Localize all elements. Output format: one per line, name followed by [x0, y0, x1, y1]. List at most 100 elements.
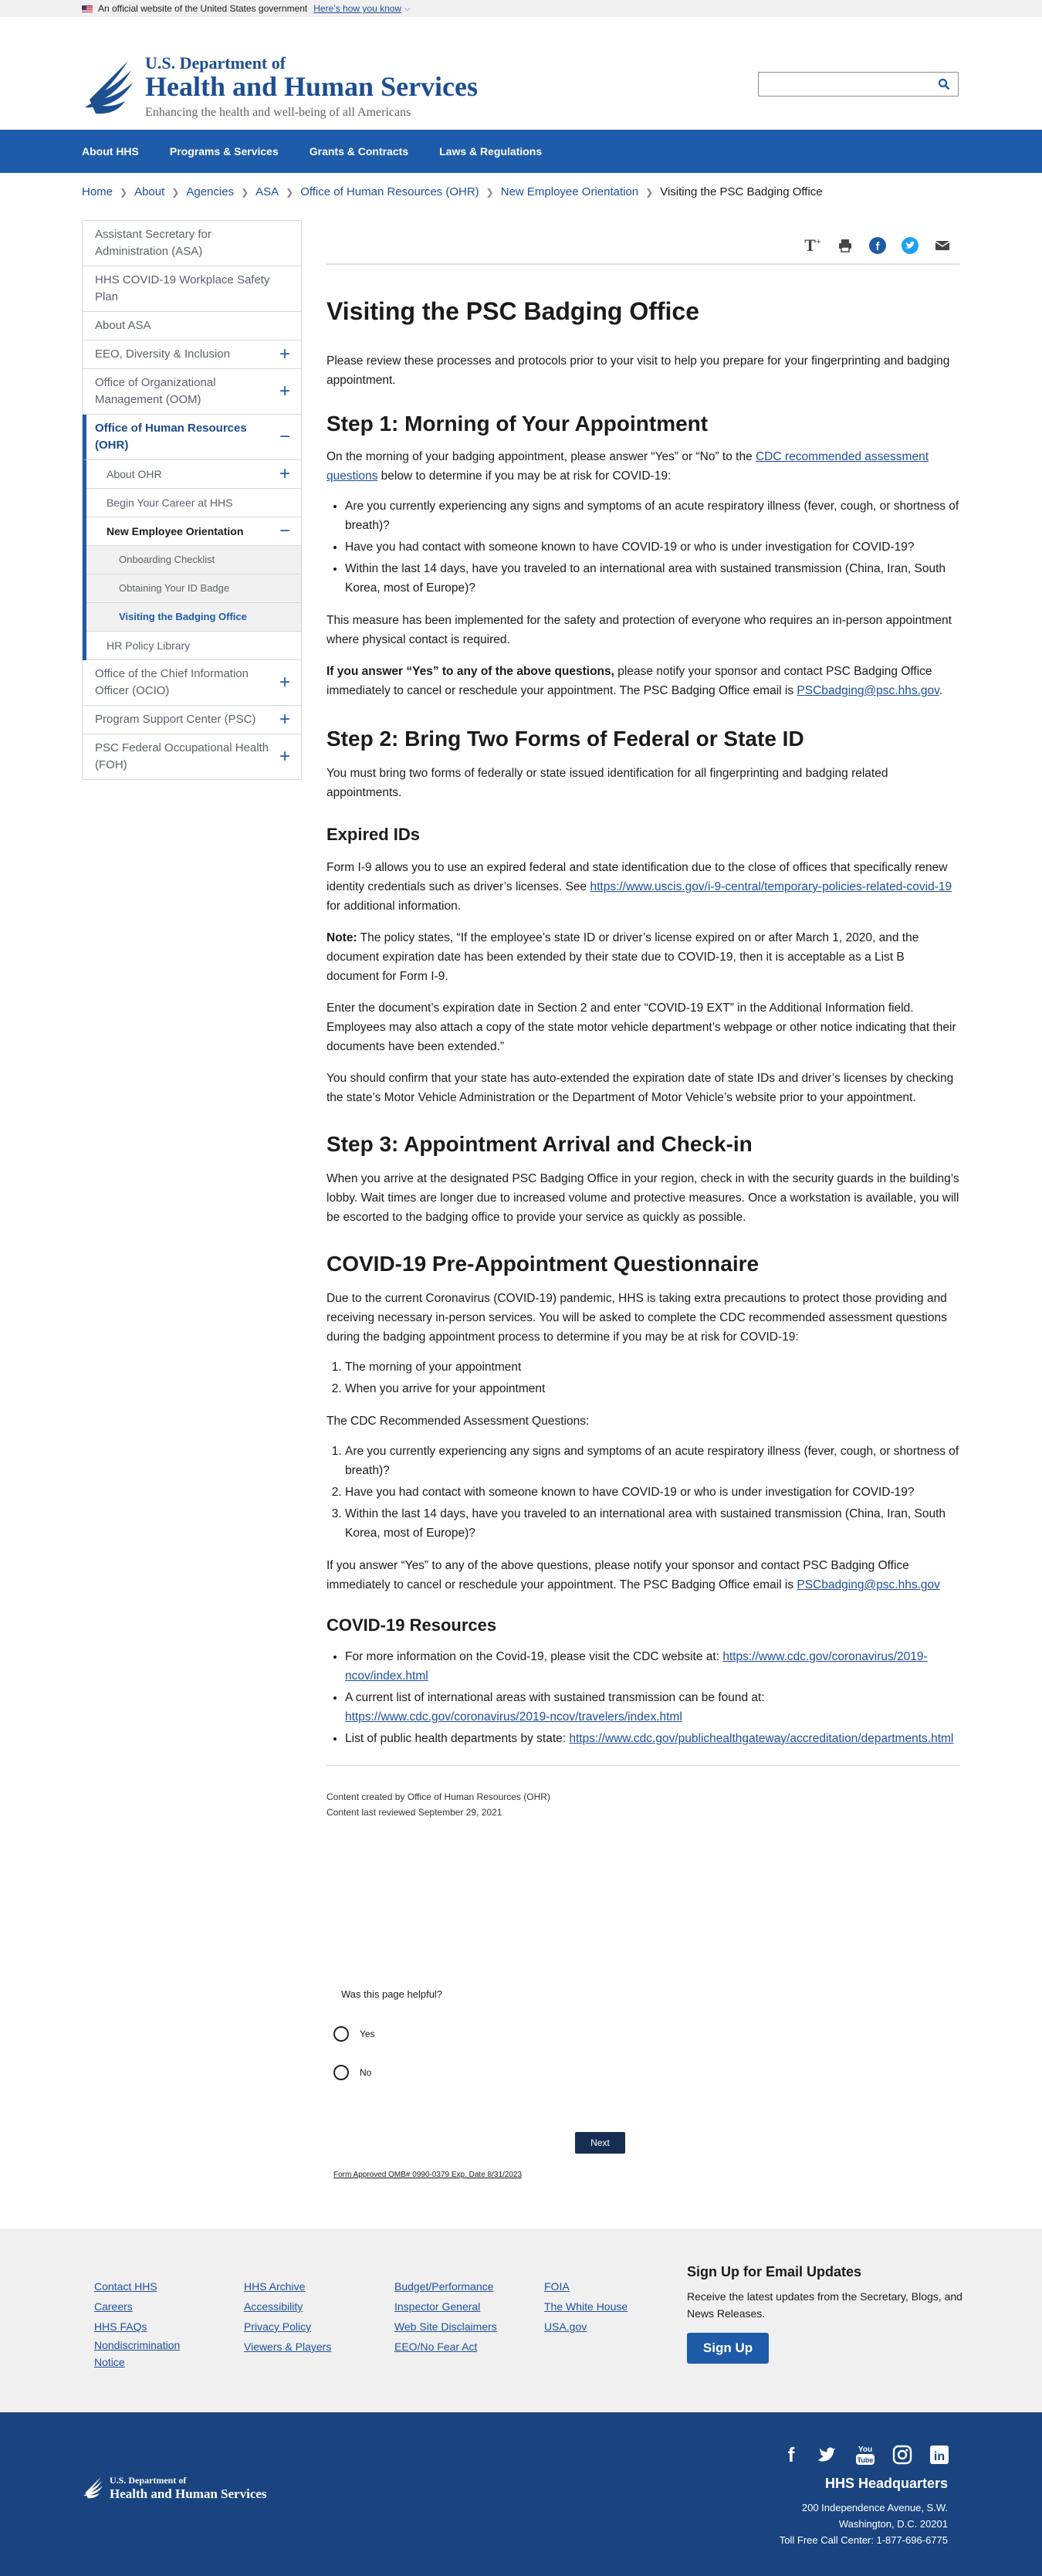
sidebar-item-hr-policy[interactable]: HR Policy Library	[86, 632, 301, 660]
sidebar-item-ocio[interactable]: Office of the Chief Information Officer …	[83, 660, 301, 706]
chevron-down-icon[interactable]: ⌵	[404, 5, 411, 13]
radio-no[interactable]: No	[333, 2065, 797, 2080]
instagram-icon[interactable]	[891, 2443, 914, 2466]
footer-link[interactable]: USA.gov	[544, 2317, 628, 2337]
plus-icon[interactable]: +	[279, 345, 290, 364]
radio-circle-icon	[333, 2026, 349, 2042]
sidebar-item-onboarding[interactable]: Onboarding Checklist	[86, 546, 301, 575]
twitter-icon[interactable]	[817, 2443, 840, 2466]
minus-icon[interactable]: −	[279, 428, 290, 446]
footer-link[interactable]: Budget/Performance	[394, 2276, 497, 2296]
nav-about-hhs[interactable]: About HHS	[82, 145, 139, 158]
linkedin-icon[interactable]: in	[928, 2443, 951, 2466]
cdc-departments-link[interactable]: https://www.cdc.gov/publichealthgateway/…	[569, 1732, 953, 1745]
email-signup: Sign Up for Email Updates Receive the la…	[687, 2264, 965, 2364]
nav-laws-regulations[interactable]: Laws & Regulations	[439, 145, 542, 158]
minus-icon[interactable]: −	[279, 522, 290, 541]
sidebar-item-id-badge[interactable]: Obtaining Your ID Badge	[86, 575, 301, 603]
heres-how-you-know-link[interactable]: Here’s how you know	[313, 3, 401, 14]
plus-icon[interactable]: +	[279, 710, 290, 729]
sidebar-item-neo[interactable]: New Employee Orientation −	[86, 517, 301, 546]
sidebar-item-badging-office[interactable]: Visiting the Badging Office	[86, 603, 301, 632]
radio-yes[interactable]: Yes	[333, 2026, 797, 2042]
cdc-travelers-link[interactable]: https://www.cdc.gov/coronavirus/2019-nco…	[345, 1710, 682, 1724]
footer-col-1: Contact HHS Careers HHS FAQs Nondiscrimi…	[94, 2276, 195, 2371]
print-icon[interactable]	[836, 236, 854, 255]
intro-text: Please review these processes and protoc…	[326, 354, 950, 387]
social-links: f You Tube in	[780, 2443, 951, 2466]
search-input[interactable]	[763, 73, 933, 95]
omb-link[interactable]: Form Approved OMB# 0990-0379 Exp. Date 8…	[333, 2171, 522, 2179]
breadcrumb-about[interactable]: About	[134, 185, 164, 198]
email-link[interactable]: PSCbadging@psc.hhs.gov	[797, 684, 939, 697]
footer-col-2: HHS Archive Accessibility Privacy Policy…	[244, 2276, 331, 2357]
bottom-bar: f You Tube in HHS Headquarters 200 Indepe…	[0, 2412, 1042, 2576]
breadcrumb-asa[interactable]: ASA	[255, 185, 279, 198]
sidebar-item-covid-plan[interactable]: HHS COVID-19 Workplace Safety Plan	[83, 266, 301, 312]
footer-link[interactable]: Contact HHS	[94, 2276, 195, 2296]
youtube-icon[interactable]: You Tube	[854, 2443, 877, 2466]
footer-link[interactable]: EEO/No Fear Act	[394, 2337, 497, 2357]
footer-link[interactable]: HHS FAQs	[94, 2317, 195, 2337]
list-item: Are you currently experiencing any signs…	[345, 497, 959, 535]
breadcrumb-agencies[interactable]: Agencies	[186, 185, 234, 198]
footer-link[interactable]: Web Site Disclaimers	[394, 2317, 497, 2337]
twitter-icon[interactable]	[901, 236, 919, 255]
facebook-icon[interactable]: f	[868, 236, 887, 255]
sidebar-item-about-asa[interactable]: About ASA	[83, 312, 301, 341]
signup-button[interactable]: Sign Up	[687, 2333, 769, 2364]
hhs-logo[interactable]: U.S. Department of Health and Human Serv…	[82, 53, 478, 123]
text-size-icon[interactable]: T+	[803, 236, 822, 255]
nav-grants-contracts[interactable]: Grants & Contracts	[310, 145, 408, 158]
hq-title: HHS Headquarters	[824, 2476, 948, 2491]
sidebar-item-ohr[interactable]: Office of Human Resources (OHR) −	[83, 415, 301, 460]
footer-link[interactable]: Viewers & Players	[244, 2337, 331, 2357]
expired-text-4: You should confirm that your state has a…	[326, 1072, 954, 1104]
footer-link[interactable]: Accessibility	[244, 2296, 331, 2317]
step1-text: On the morning of your badging appointme…	[326, 450, 929, 483]
search-icon	[938, 78, 950, 90]
breadcrumb-home[interactable]: Home	[82, 185, 113, 198]
plus-icon[interactable]: +	[279, 465, 290, 483]
footer-col-3: Budget/Performance Inspector General Web…	[394, 2276, 497, 2357]
plus-icon[interactable]: +	[279, 382, 290, 401]
search-button[interactable]	[935, 76, 953, 93]
sidebar-item-asa[interactable]: Assistant Secretary for Administration (…	[83, 221, 301, 266]
footer-link[interactable]: Inspector General	[394, 2296, 497, 2317]
sidebar-item-oom[interactable]: Office of Organizational Management (OOM…	[83, 369, 301, 415]
share-bar: T+ f	[326, 228, 959, 265]
footer-link[interactable]: Careers	[94, 2296, 195, 2317]
footer-link[interactable]: HHS Archive	[244, 2276, 331, 2296]
sidebar-item-about-ohr[interactable]: About OHR +	[86, 460, 301, 489]
footer-link[interactable]: Privacy Policy	[244, 2317, 331, 2337]
breadcrumb: Home ❯ About ❯ Agencies ❯ ASA ❯ Office of Hu…	[82, 185, 823, 198]
tagline: Enhancing the health and well-being of a…	[145, 106, 411, 119]
site-header: U.S. Department of Health and Human Serv…	[0, 17, 1042, 130]
plus-icon[interactable]: +	[279, 747, 290, 766]
breadcrumb-neo[interactable]: New Employee Orientation	[501, 185, 638, 198]
sidebar-item-label: Office of Organizational Management (OOM…	[95, 376, 216, 406]
footer-link[interactable]: The White House	[544, 2296, 628, 2317]
facebook-icon[interactable]: f	[780, 2443, 803, 2466]
sidebar-item-begin-career[interactable]: Begin Your Career at HHS	[86, 489, 301, 517]
footer-link[interactable]: Nondiscrimination Notice	[94, 2337, 195, 2371]
uscis-link[interactable]: https://www.uscis.gov/i-9-central/tempor…	[590, 880, 952, 893]
sidebar-item-label: Office of Human Resources (OHR)	[95, 422, 247, 452]
email-link[interactable]: PSCbadging@psc.hhs.gov	[797, 1578, 940, 1591]
hq-phone: Toll Free Call Center: 1-877-696-6775	[779, 2534, 948, 2546]
sidebar-item-eeo[interactable]: EEO, Diversity & Inclusion +	[83, 341, 301, 369]
email-icon[interactable]	[933, 236, 952, 255]
sidebar-item-foh[interactable]: PSC Federal Occupational Health (FOH) +	[83, 734, 301, 779]
page-title: Visiting the PSC Badging Office	[326, 297, 700, 325]
next-button[interactable]: Next	[575, 2132, 625, 2154]
footer-link[interactable]: FOIA	[544, 2276, 628, 2296]
plus-icon[interactable]: +	[279, 673, 290, 692]
signup-description: Receive the latest updates from the Secr…	[687, 2290, 962, 2320]
breadcrumb-current: Visiting the PSC Badging Office	[660, 185, 823, 198]
footer-hhs-logo[interactable]: U.S. Department of Health and Human Serv…	[82, 2474, 267, 2502]
sidebar-item-psc[interactable]: Program Support Center (PSC) +	[83, 706, 301, 734]
step3-text: When you arrive at the designated PSC Ba…	[326, 1172, 959, 1224]
breadcrumb-ohr[interactable]: Office of Human Resources (OHR)	[300, 185, 479, 198]
times-list: The morning of your appointment When you…	[326, 1357, 959, 1398]
nav-programs-services[interactable]: Programs & Services	[170, 145, 279, 158]
